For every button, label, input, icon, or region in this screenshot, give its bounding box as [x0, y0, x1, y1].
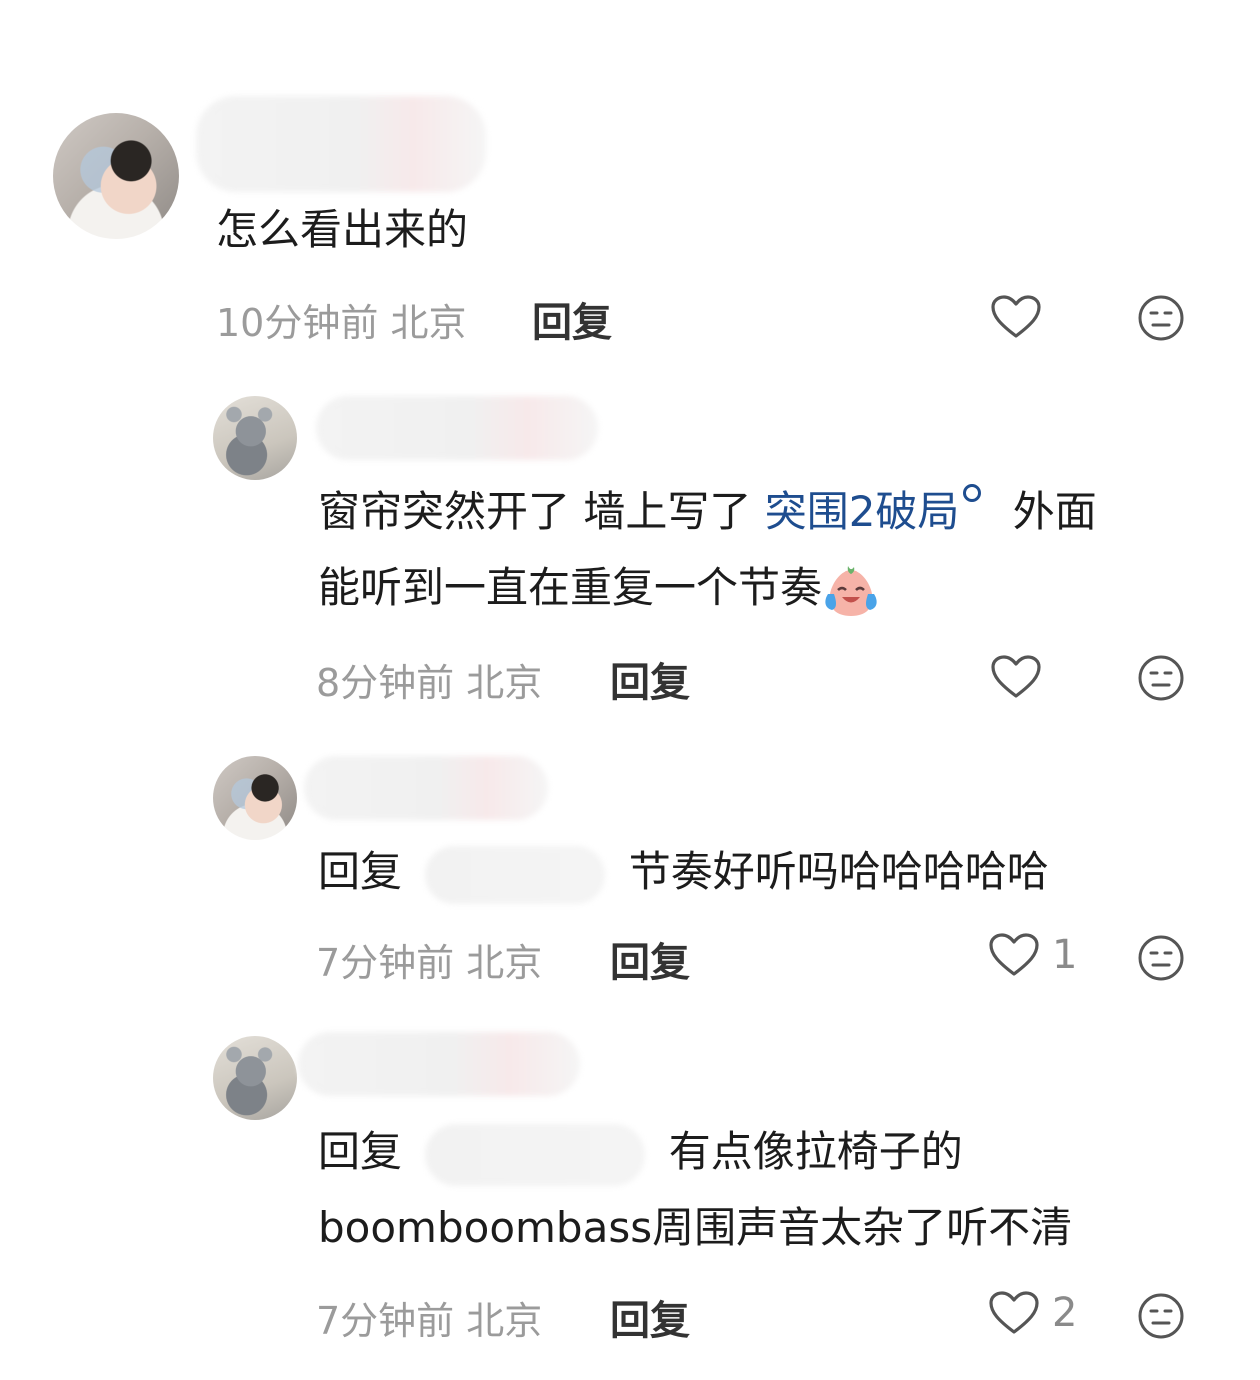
heart-icon	[989, 1291, 1039, 1334]
comment-1: 怎么看出来的 10分钟前 北京 回复	[0, 0, 1260, 360]
comment-2: 窗帘突然开了 墙上写了 突围2破局 外面 能听到一直在重复一个节奏 8分钟前 北…	[0, 360, 1260, 720]
comment-3: 回复 节奏好听吗哈哈哈哈哈 7分钟前 北京 回复 1	[0, 720, 1260, 1010]
comment-text: 窗帘突然开了 墙上写了 突围2破局 外面	[318, 476, 1097, 548]
reply-prefix: 回复	[318, 847, 403, 896]
heart-icon	[991, 655, 1041, 698]
search-link[interactable]: 突围2破局	[765, 487, 960, 536]
location: 北京	[466, 1299, 543, 1343]
avatar[interactable]	[213, 1036, 297, 1120]
reply-button[interactable]: 回复	[610, 1288, 690, 1346]
comment-meta: 10分钟前 北京	[216, 292, 466, 347]
like-button[interactable]	[990, 294, 1054, 340]
like-button[interactable]: 1	[988, 932, 1077, 978]
timestamp: 7分钟前	[316, 1299, 455, 1343]
location: 北京	[466, 941, 543, 985]
avatar[interactable]	[213, 396, 297, 480]
mentioned-user-blurred[interactable]	[425, 845, 606, 904]
avatar[interactable]	[53, 113, 179, 239]
comment-text-line2: boomboombass周围声音太杂了听不清	[318, 1203, 1073, 1252]
reply-button[interactable]: 回复	[610, 650, 690, 708]
avatar[interactable]	[213, 756, 297, 840]
username-blurred[interactable]	[316, 396, 598, 460]
reply-button[interactable]: 回复	[532, 290, 612, 348]
comment-text: 回复 节奏好听吗哈哈哈哈哈	[318, 836, 1049, 908]
location: 北京	[466, 661, 543, 705]
timestamp: 7分钟前	[316, 941, 455, 985]
like-count: 2	[1052, 1290, 1078, 1336]
reply-prefix: 回复	[318, 1127, 403, 1176]
search-icon[interactable]	[963, 484, 982, 502]
comment-text: 怎么看出来的	[216, 205, 469, 254]
reply-button[interactable]: 回复	[610, 930, 690, 988]
heart-icon	[989, 933, 1039, 976]
comment-meta: 7分钟前 北京	[316, 932, 542, 987]
comment-4: 回复 有点像拉椅子的 boomboombass周围声音太杂了听不清 7分钟前 北…	[0, 1000, 1260, 1380]
timestamp: 8分钟前	[316, 661, 455, 705]
like-button[interactable]: 2	[988, 1290, 1077, 1336]
comment-text: 回复 有点像拉椅子的	[318, 1116, 963, 1188]
mentioned-user-blurred[interactable]	[425, 1123, 646, 1186]
timestamp: 10分钟前	[216, 301, 379, 345]
meh-face-icon[interactable]	[1137, 654, 1185, 702]
username-blurred[interactable]	[304, 756, 548, 820]
like-count: 1	[1052, 932, 1078, 978]
laugh-cry-emoji-icon	[822, 564, 877, 618]
meh-face-icon[interactable]	[1137, 294, 1185, 342]
comment-meta: 8分钟前 北京	[316, 652, 542, 707]
comment-text-line2: 能听到一直在重复一个节奏	[318, 552, 877, 624]
meh-face-icon[interactable]	[1137, 1292, 1185, 1340]
heart-icon	[991, 295, 1041, 338]
username-blurred[interactable]	[196, 96, 486, 192]
comment-meta: 7分钟前 北京	[316, 1290, 542, 1345]
location: 北京	[390, 301, 467, 345]
meh-face-icon[interactable]	[1137, 934, 1185, 982]
username-blurred[interactable]	[298, 1032, 580, 1096]
like-button[interactable]	[990, 654, 1054, 700]
